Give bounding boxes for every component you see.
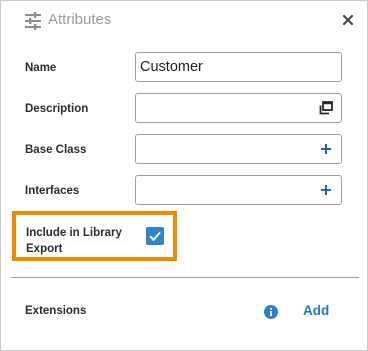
divider	[11, 277, 359, 278]
base-class-label: Base Class	[25, 144, 87, 156]
base-class-input[interactable]	[136, 135, 341, 163]
info-icon[interactable]	[264, 305, 278, 319]
base-class-field[interactable]	[135, 134, 342, 164]
extensions-label: Extensions	[25, 305, 87, 317]
library-export-label: Include in Library Export	[26, 227, 122, 255]
interfaces-label: Interfaces	[25, 185, 80, 197]
expand-window-icon[interactable]	[319, 101, 333, 115]
interfaces-input[interactable]	[136, 176, 341, 204]
name-field[interactable]	[135, 52, 342, 82]
plus-icon[interactable]	[319, 142, 333, 156]
description-field[interactable]	[135, 93, 342, 123]
panel-title: Attributes	[48, 11, 112, 28]
plus-icon[interactable]	[319, 183, 333, 197]
description-input[interactable]	[136, 94, 341, 122]
interfaces-field[interactable]	[135, 175, 342, 205]
description-label: Description	[25, 103, 89, 115]
add-extension-button[interactable]: Add	[303, 303, 329, 318]
library-export-checkbox[interactable]	[146, 227, 164, 245]
checkmark-icon	[149, 231, 161, 242]
attributes-panel: Attributes Name Description Base Class	[0, 0, 368, 351]
name-label: Name	[25, 62, 57, 74]
tune-sliders-icon	[25, 12, 41, 30]
name-input[interactable]	[136, 53, 341, 81]
panel-header: Attributes	[1, 1, 367, 41]
close-icon[interactable]	[341, 13, 355, 27]
